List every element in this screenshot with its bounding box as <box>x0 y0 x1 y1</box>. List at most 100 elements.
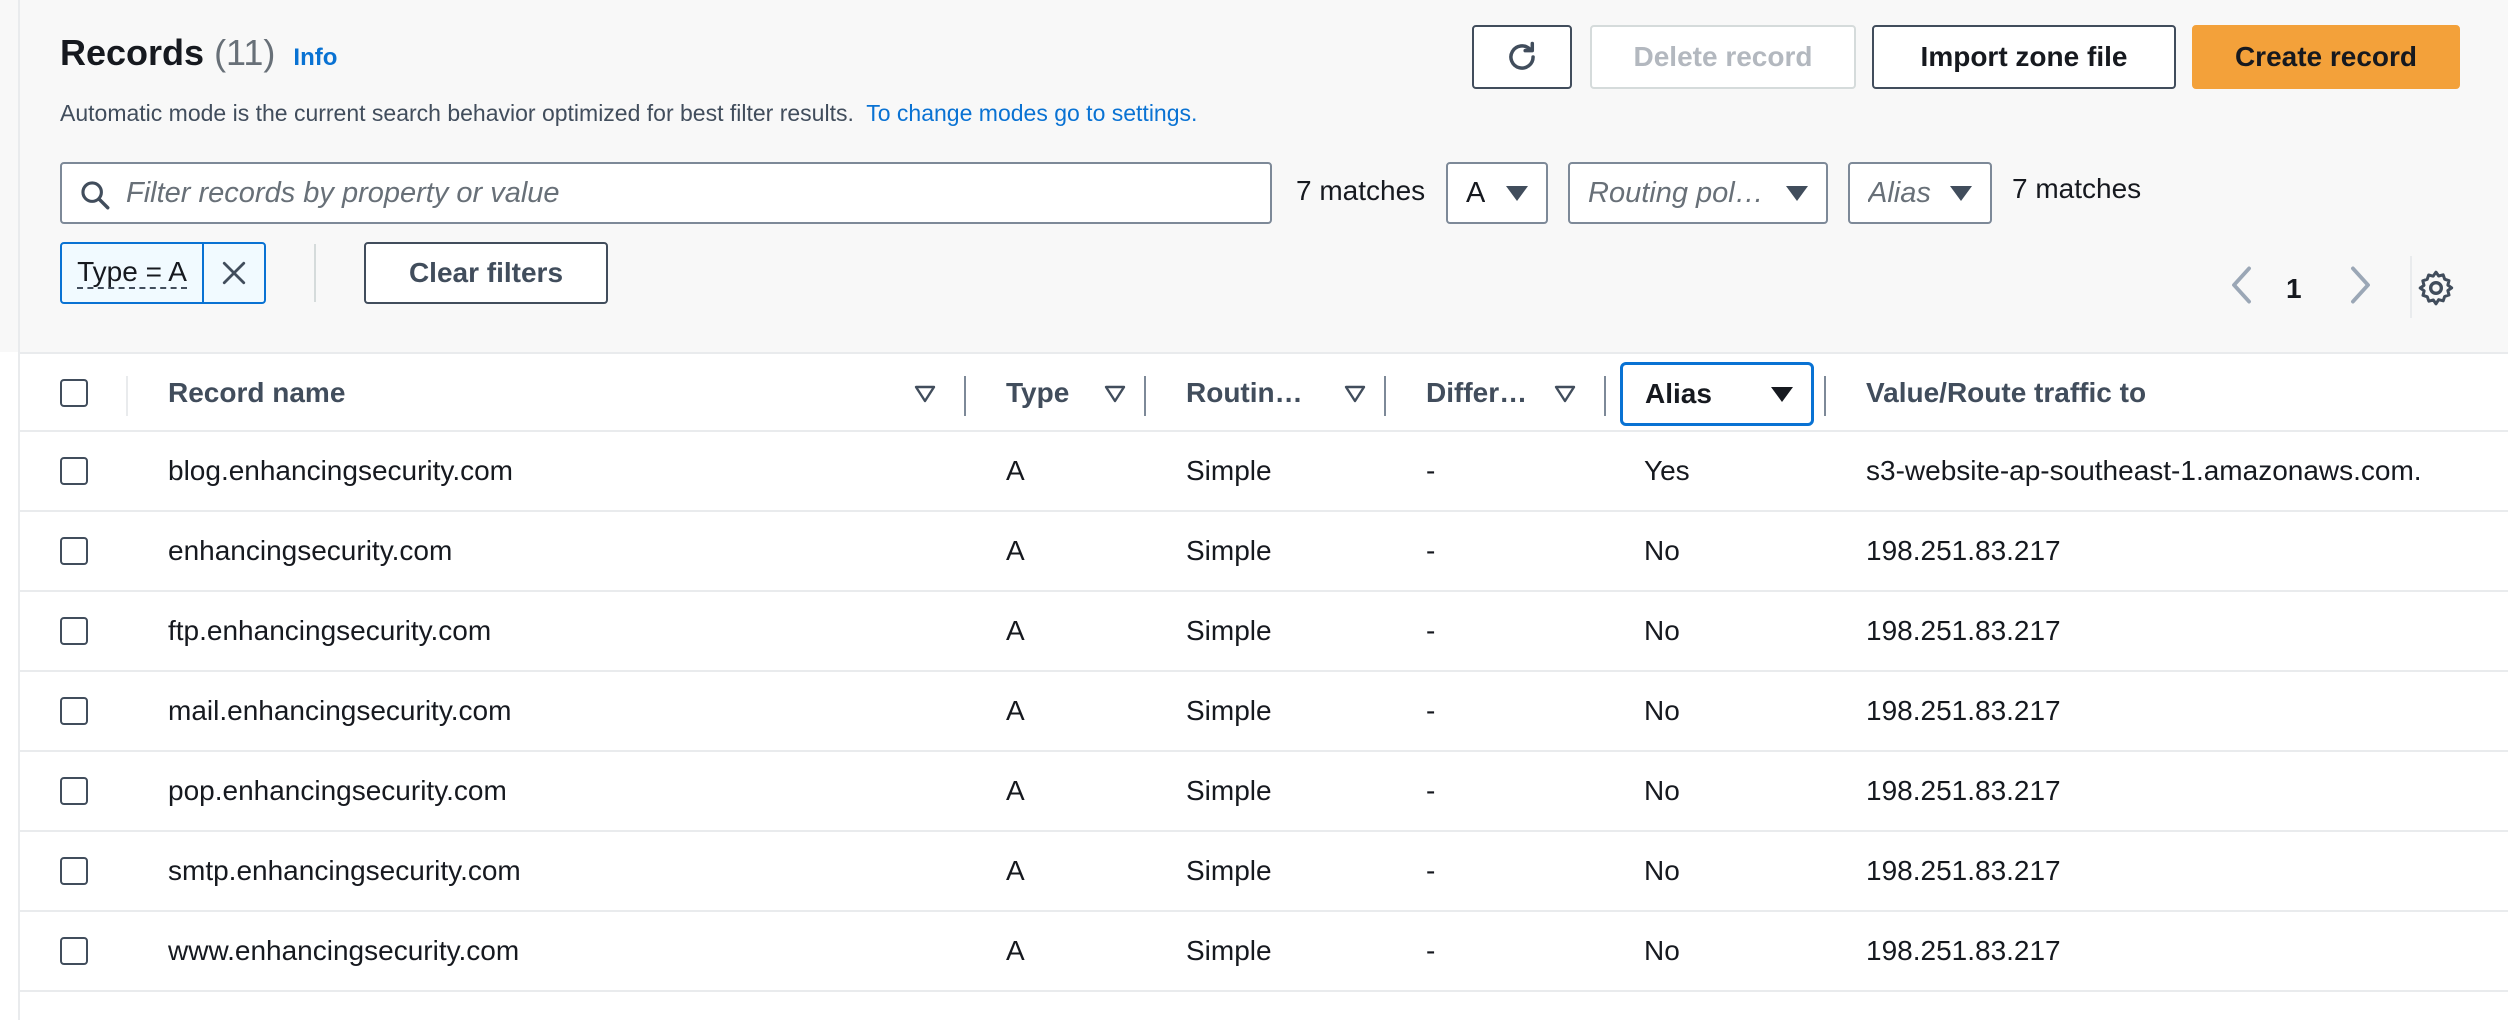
sort-icon[interactable] <box>1554 385 1576 403</box>
routing-cell: Simple <box>1186 615 1272 646</box>
column-header-alias-label: Alias <box>1645 378 1712 409</box>
matches-count-secondary: 7 matches <box>2012 173 2142 204</box>
filter-search-box[interactable] <box>60 162 1272 224</box>
row-checkbox[interactable] <box>60 457 88 485</box>
column-separator <box>1604 376 1606 416</box>
type-cell: A <box>1006 695 1025 726</box>
caret-down-icon <box>1506 186 1528 201</box>
sort-descending-icon <box>1771 387 1793 402</box>
filter-token-text: Type = A <box>77 256 187 289</box>
filter-divider <box>314 244 316 302</box>
current-page-number[interactable]: 1 <box>2286 273 2302 305</box>
record-name-cell: smtp.enhancingsecurity.com <box>168 855 521 886</box>
value-cell: 198.251.83.217 <box>1866 855 2061 886</box>
sort-icon[interactable] <box>1344 385 1366 403</box>
type-cell: A <box>1006 455 1025 486</box>
alias-cell: No <box>1644 615 1680 646</box>
refresh-icon <box>1509 41 1535 70</box>
create-record-button[interactable]: Create record <box>2192 25 2460 89</box>
caret-down-icon <box>1786 186 1808 201</box>
table-row[interactable]: smtp.enhancingsecurity.com A Simple - No… <box>20 832 2508 912</box>
differentiator-cell: - <box>1426 455 1436 486</box>
alias-cell: Yes <box>1644 455 1690 486</box>
alias-cell: No <box>1644 535 1680 566</box>
routing-cell: Simple <box>1186 695 1272 726</box>
column-header-routing-policy[interactable]: Routin… <box>1186 354 1303 432</box>
routing-cell: Simple <box>1186 535 1272 566</box>
row-checkbox[interactable] <box>60 937 88 965</box>
records-title-row: Records (11) Info <box>60 32 337 74</box>
description-text: Automatic mode is the current search beh… <box>60 100 854 126</box>
type-cell: A <box>1006 535 1025 566</box>
table-row[interactable]: pop.enhancingsecurity.com A Simple - No … <box>20 752 2508 832</box>
info-link[interactable]: Info <box>293 44 337 72</box>
delete-record-button[interactable]: Delete record <box>1590 25 1856 89</box>
differentiator-cell: - <box>1426 535 1436 566</box>
row-checkbox[interactable] <box>60 537 88 565</box>
search-input[interactable] <box>126 176 1246 210</box>
table-row[interactable]: mail.enhancingsecurity.com A Simple - No… <box>20 672 2508 752</box>
routing-policy-filter-select[interactable]: Routing pol… <box>1568 162 1828 224</box>
search-icon <box>81 181 110 210</box>
table-row[interactable]: enhancingsecurity.com A Simple - No 198.… <box>20 512 2508 592</box>
differentiator-cell: - <box>1426 935 1436 966</box>
type-cell: A <box>1006 615 1025 646</box>
record-name-cell: blog.enhancingsecurity.com <box>168 455 514 486</box>
caret-down-icon <box>1950 186 1972 201</box>
routing-cell: Simple <box>1186 855 1272 886</box>
records-panel: Records (11) Info Automatic mode is the … <box>0 0 2508 1020</box>
value-cell: 198.251.83.217 <box>1866 535 2061 566</box>
filter-token-label[interactable]: Type = A <box>62 244 204 302</box>
previous-page-icon[interactable] <box>2228 262 2258 308</box>
record-name-cell: mail.enhancingsecurity.com <box>168 695 512 726</box>
column-separator <box>1144 376 1146 416</box>
search-mode-description: Automatic mode is the current search beh… <box>60 100 1197 127</box>
table-row[interactable]: ftp.enhancingsecurity.com A Simple - No … <box>20 592 2508 672</box>
routing-filter-placeholder: Routing pol… <box>1588 176 1764 209</box>
sort-icon[interactable] <box>914 385 936 403</box>
close-icon <box>222 261 246 285</box>
row-checkbox[interactable] <box>60 777 88 805</box>
refresh-button[interactable] <box>1472 25 1572 89</box>
value-cell: 198.251.83.217 <box>1866 695 2061 726</box>
value-cell: 198.251.83.217 <box>1866 935 2061 966</box>
differentiator-cell: - <box>1426 695 1436 726</box>
value-cell: s3-website-ap-southeast-1.amazonaws.com. <box>1866 455 2422 486</box>
column-header-value[interactable]: Value/Route traffic to <box>1866 354 2146 432</box>
row-checkbox[interactable] <box>60 697 88 725</box>
select-all-checkbox[interactable] <box>60 379 88 407</box>
type-filter-select[interactable]: A <box>1446 162 1548 224</box>
table-row[interactable]: blog.enhancingsecurity.com A Simple - Ye… <box>20 432 2508 512</box>
routing-cell: Simple <box>1186 455 1272 486</box>
settings-link[interactable]: To change modes go to settings. <box>866 100 1197 126</box>
remove-filter-button[interactable] <box>204 244 264 302</box>
column-separator <box>1384 376 1386 416</box>
differentiator-cell: - <box>1426 855 1436 886</box>
column-header-record-name[interactable]: Record name <box>168 354 345 432</box>
alias-filter-placeholder: Alias <box>1868 176 1931 209</box>
sort-icon[interactable] <box>1104 385 1126 403</box>
row-checkbox[interactable] <box>60 617 88 645</box>
value-cell: 198.251.83.217 <box>1866 615 2061 646</box>
column-header-type[interactable]: Type <box>1006 354 1069 432</box>
column-header-alias[interactable]: Alias <box>1620 362 1814 426</box>
column-header-differentiator[interactable]: Differ… <box>1426 354 1527 432</box>
gear-icon[interactable] <box>2416 268 2456 308</box>
alias-cell: No <box>1644 695 1680 726</box>
next-page-icon[interactable] <box>2344 262 2374 308</box>
routing-cell: Simple <box>1186 775 1272 806</box>
differentiator-cell: - <box>1426 775 1436 806</box>
alias-cell: No <box>1644 935 1680 966</box>
row-checkbox[interactable] <box>60 857 88 885</box>
table-row[interactable]: www.enhancingsecurity.com A Simple - No … <box>20 912 2508 992</box>
column-separator <box>1824 376 1826 416</box>
record-name-cell: pop.enhancingsecurity.com <box>168 775 507 806</box>
type-cell: A <box>1006 935 1025 966</box>
pagination-divider <box>2410 256 2412 318</box>
record-name-cell: enhancingsecurity.com <box>168 535 453 566</box>
clear-filters-button[interactable]: Clear filters <box>364 242 608 304</box>
import-zone-file-button[interactable]: Import zone file <box>1872 25 2176 89</box>
alias-filter-select[interactable]: Alias <box>1848 162 1992 224</box>
type-filter-value: A <box>1466 176 1486 209</box>
record-name-cell: www.enhancingsecurity.com <box>168 935 520 966</box>
